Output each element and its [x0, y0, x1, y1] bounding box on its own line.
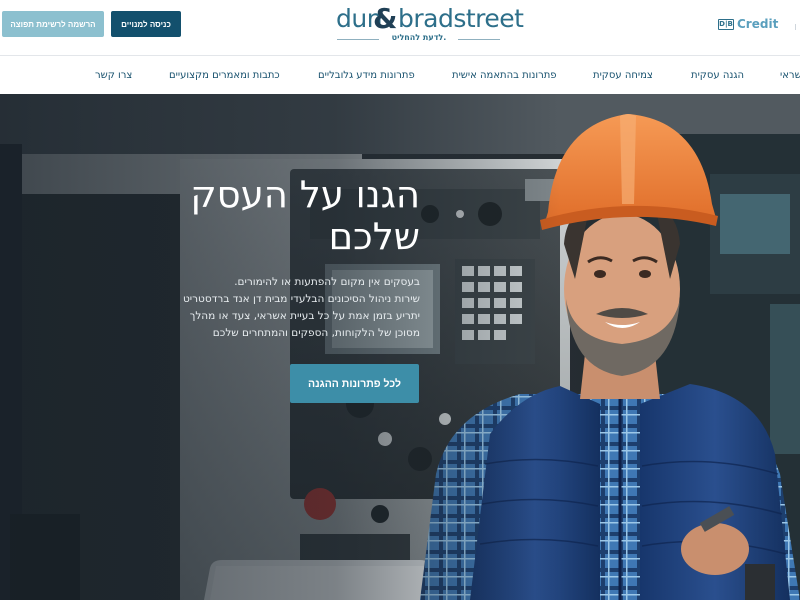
logo-ampersand: &: [373, 2, 398, 35]
members-login-button[interactable]: כניסה למנויים: [111, 11, 181, 37]
logo-word-bradstreet: bradstreet: [398, 4, 524, 33]
nav-item-contact[interactable]: צרו קשר: [95, 57, 132, 94]
hero-description-line2: שירות ניהול הסיכונים הבלעדי מבית דן אנד …: [182, 293, 420, 305]
nav-item-global-info[interactable]: פתרונות מידע גלובליים: [318, 57, 415, 94]
logo-tagline: לדעת להחליט.: [391, 33, 447, 42]
logo-divider-left: [337, 39, 379, 40]
hero-description: בעסקים אין מקום להפתעות או להימורים. שיר…: [150, 274, 420, 342]
db-credit-mark-icon: D|B: [718, 19, 734, 30]
header-edge-divider: [795, 24, 800, 30]
nav-item-business-growth[interactable]: צמיחה עסקית: [593, 57, 653, 94]
hero-title-line2: שלכם: [328, 215, 420, 258]
nav-item-custom-solutions[interactable]: פתרונות בהתאמה אישית: [452, 57, 557, 94]
db-credit-text: Credit: [737, 17, 779, 31]
main-nav: צרו קשר כתבות ומאמרים מקצועיים פתרונות מ…: [0, 57, 800, 94]
logo-divider-right: [458, 39, 500, 40]
nav-item-business-protection[interactable]: הגנה עסקית: [691, 57, 744, 94]
hero-description-line3: יתריע בזמן אמת על כל בעיית אשראי, צעד או…: [189, 310, 420, 322]
protection-solutions-button[interactable]: לכל פתרונות ההגנה: [290, 364, 419, 403]
newsletter-signup-button[interactable]: הרשמה לרשימת תפוצה: [2, 11, 104, 37]
site-header: הרשמה לרשימת תפוצה כניסה למנויים dun & b…: [0, 0, 800, 56]
hero-title: הגנו על העסק שלכם: [150, 174, 420, 258]
hero-description-line4: מסוכן של הלקוחות, הספקים והמתחרים שלכם: [212, 327, 420, 339]
hero-description-line1: בעסקים אין מקום להפתעות או להימורים.: [234, 276, 420, 288]
nav-item-articles[interactable]: כתבות ומאמרים מקצועיים: [169, 57, 280, 94]
nav-item-credit[interactable]: אשראי: [780, 57, 800, 94]
hero-banner: הגנו על העסק שלכם בעסקים אין מקום להפתעו…: [0, 94, 800, 600]
dun-bradstreet-logo[interactable]: dun & bradstreet לדעת להחליט.: [336, 2, 524, 48]
hero-text-overlay: [0, 94, 560, 600]
hero-title-line1: הגנו על העסק: [190, 173, 420, 216]
